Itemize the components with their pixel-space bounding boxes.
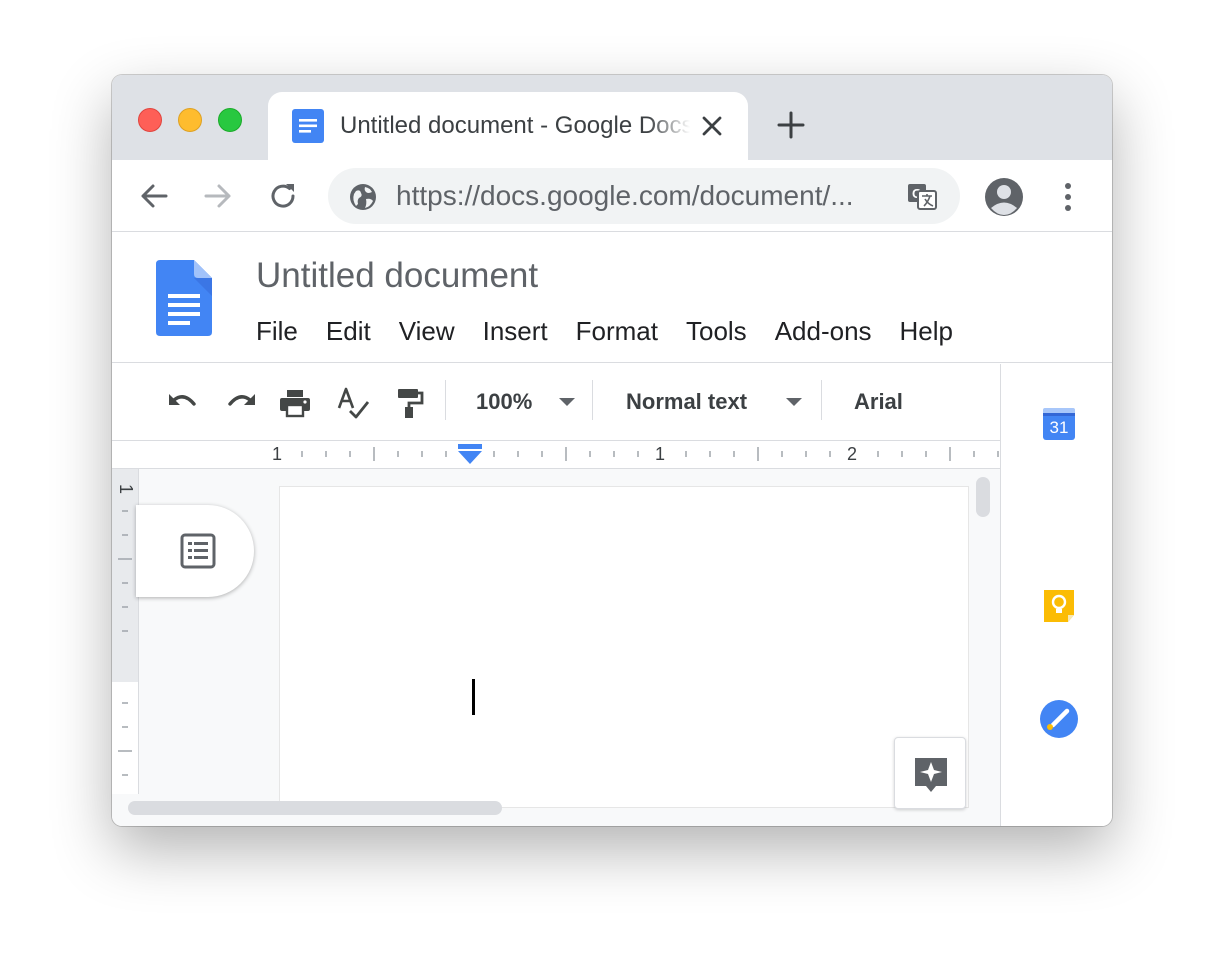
explore-sparkle-icon [915,758,947,792]
paint-format-icon[interactable] [392,386,426,420]
document-canvas: 1 [112,469,1000,826]
toolbar-divider [821,380,822,420]
print-icon[interactable] [278,386,312,420]
toolbar-divider [445,380,446,420]
browser-window: Untitled document - Google Docs https://… [112,75,1112,826]
side-panel: 31 [1000,364,1112,826]
menu-file[interactable]: File [242,313,312,349]
keep-lightbulb-icon [1044,590,1074,622]
tab-title: Untitled document - Google Docs [340,112,690,139]
zoom-dropdown-icon[interactable] [559,398,575,406]
document-outline-button[interactable] [136,505,254,597]
ruler-ticks [301,447,999,461]
calendar-day: 31 [1049,418,1069,437]
indent-marker-icon[interactable] [456,442,484,466]
back-arrow-icon[interactable] [138,180,170,212]
minimize-window-button[interactable] [178,108,202,132]
forward-arrow-icon[interactable] [202,180,234,212]
menu-tools[interactable]: Tools [672,313,761,349]
menu-bar: File Edit View Insert Format Tools Add-o… [242,313,967,349]
vertical-ruler-label: 1 [116,483,136,494]
font-select[interactable]: Arial [854,386,903,418]
ruler-label: 2 [847,444,858,464]
document-outline-icon [180,533,216,569]
horizontal-scrollbar[interactable] [128,801,502,815]
reload-icon[interactable] [268,180,300,212]
new-tab-icon[interactable] [776,110,806,140]
vertical-ruler: 1 [112,469,139,794]
tab-strip: Untitled document - Google Docs [112,75,1112,160]
browser-menu-icon[interactable] [1056,181,1080,213]
tasks-app-button[interactable] [1039,699,1079,739]
browser-toolbar: https://docs.google.com/document/... G [112,160,1112,232]
undo-icon[interactable] [166,386,200,420]
docs-header: Untitled document File Edit View Insert … [112,233,1112,363]
redo-icon[interactable] [224,386,258,420]
toolbar-divider [592,380,593,420]
editing-toolbar: 100% Normal text Arial [112,364,1000,440]
vertical-ruler-ticks [118,510,132,776]
document-title[interactable]: Untitled document [256,255,538,297]
ruler-label: 1 [272,444,283,464]
text-cursor [472,679,475,715]
spell-check-icon[interactable] [336,386,370,420]
ruler-label: 1 [655,444,666,464]
google-docs-logo-icon[interactable] [156,260,212,336]
zoom-select[interactable]: 100% [476,386,532,418]
menu-edit[interactable]: Edit [312,313,385,349]
menu-help[interactable]: Help [886,313,967,349]
explore-button[interactable] [894,737,966,809]
tasks-check-icon [1040,700,1078,738]
style-dropdown-icon[interactable] [786,398,802,406]
paragraph-style-select[interactable]: Normal text [626,386,747,418]
menu-insert[interactable]: Insert [469,313,562,349]
google-docs-favicon-icon [292,109,324,143]
menu-format[interactable]: Format [562,313,672,349]
url-text: https://docs.google.com/document/... [396,180,854,211]
calendar-app-button[interactable]: 31 [1039,404,1079,444]
document-page[interactable] [280,487,968,807]
translate-icon[interactable]: G [906,180,938,212]
globe-icon [350,184,376,210]
close-window-button[interactable] [138,108,162,132]
zoom-window-button[interactable] [218,108,242,132]
browser-tab-active[interactable]: Untitled document - Google Docs [268,92,748,160]
tab-close-icon[interactable] [700,114,724,138]
horizontal-ruler: 1 1 2 [112,440,1000,469]
vertical-scrollbar[interactable] [976,477,990,517]
menu-view[interactable]: View [385,313,469,349]
menu-add-ons[interactable]: Add-ons [761,313,886,349]
keep-app-button[interactable] [1039,586,1079,626]
profile-avatar-icon[interactable] [984,177,1024,217]
address-bar[interactable]: https://docs.google.com/document/... G [328,168,960,224]
